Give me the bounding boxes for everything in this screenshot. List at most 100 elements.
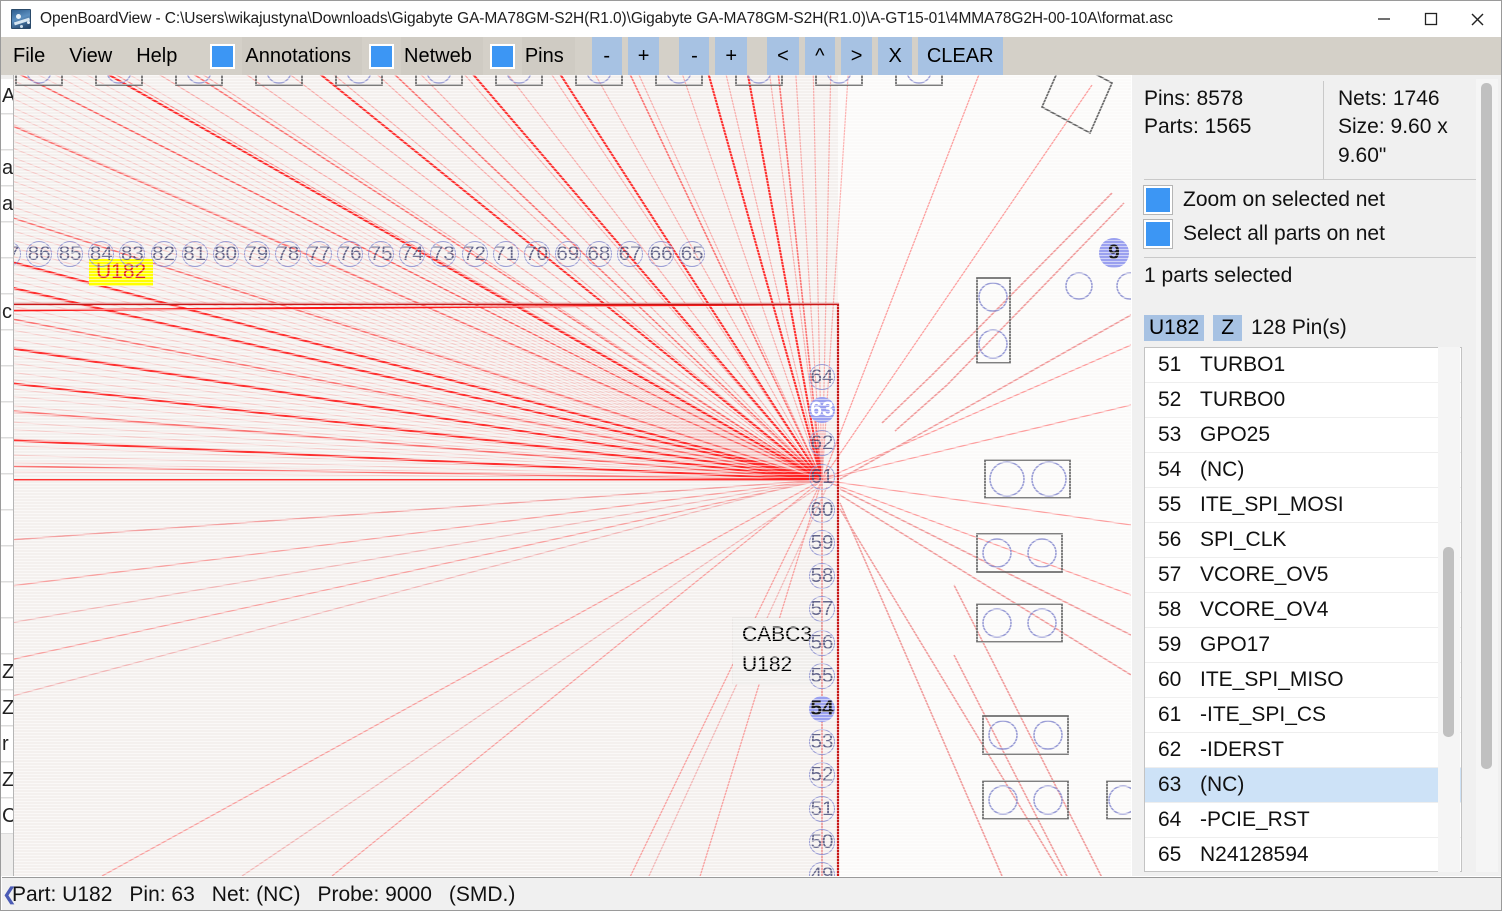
board-top-pin-83[interactable]: 83 [121,242,144,266]
pin-list-row[interactable]: 57 VCORE_OV5 [1145,558,1461,593]
board-top-pin-84[interactable]: 84 [90,242,113,266]
left-list-row[interactable]: a [1,187,13,222]
close-icon[interactable] [1454,1,1501,37]
pin-list-row[interactable]: 65 N24128594 [1145,838,1461,871]
next-button[interactable]: > [840,37,873,75]
up-button[interactable]: ^ [804,37,835,75]
left-list-row[interactable] [1,583,13,618]
info-panel-scrollbar-thumb[interactable] [1481,83,1492,769]
board-right-pin-49[interactable]: 49 [811,863,834,876]
increase-button[interactable]: + [715,37,748,75]
board-top-pin-80[interactable]: 80 [214,242,237,266]
pin-list-row[interactable]: 64 -PCIE_RST [1145,803,1461,838]
board-top-pin-75[interactable]: 75 [370,242,393,266]
board-top-pin-76[interactable]: 76 [339,242,362,266]
menu-view[interactable]: View [57,37,124,75]
pin-list-row[interactable]: 58 VCORE_OV4 [1145,593,1461,628]
select-all-parts-checkbox-icon[interactable] [1143,219,1173,250]
left-list-row[interactable]: c [1,295,13,330]
zoom-out-button[interactable]: - [591,37,622,75]
left-list-row[interactable] [1,331,13,366]
left-clipped-list[interactable]: AaacZZrZC [1,75,14,876]
pins-checkbox-icon[interactable] [489,43,515,69]
board-top-pin-74[interactable]: 74 [401,242,424,266]
board-right-pin-62[interactable]: 62 [811,431,834,455]
board-top-pin-82[interactable]: 82 [152,242,175,266]
board-right-pin-53[interactable]: 53 [811,730,834,754]
board-top-pin-79[interactable]: 79 [245,242,268,266]
left-list-row[interactable] [1,511,13,546]
minimize-icon[interactable] [1360,1,1407,37]
board-top-pin-77[interactable]: 77 [308,242,331,266]
option-zoom-on-selected-net[interactable]: Zoom on selected net [1143,185,1489,216]
board-right-pin-60[interactable]: 60 [811,498,834,522]
pin-list-row[interactable]: 55 ITE_SPI_MOSI [1145,488,1461,523]
board-top-pin-67[interactable]: 67 [619,242,642,266]
pin-list-row[interactable]: 60 ITE_SPI_MISO [1145,663,1461,698]
maximize-icon[interactable] [1407,1,1454,37]
left-list-row[interactable] [1,403,13,438]
pin-list-row[interactable]: 59 GPO17 [1145,628,1461,663]
left-list-row[interactable]: Z [1,691,13,726]
close-x-button[interactable]: X [878,37,912,75]
toggle-pins[interactable]: Pins [482,37,575,75]
part-name-button[interactable]: U182 [1144,315,1205,342]
board-top-pin-68[interactable]: 68 [587,242,610,266]
zoom-in-button[interactable]: + [627,37,660,75]
left-list-row[interactable] [1,547,13,582]
menu-help[interactable]: Help [124,37,189,75]
menu-file[interactable]: File [1,37,57,75]
pin-list-row[interactable]: 54 (NC) [1145,453,1461,488]
zoom-to-part-button[interactable]: Z [1213,315,1243,342]
pin-list-row[interactable]: 61 -ITE_SPI_CS [1145,698,1461,733]
left-list-row[interactable] [1,439,13,474]
left-list-row[interactable] [1,259,13,294]
board-right-pin-57[interactable]: 57 [811,597,834,621]
left-list-row[interactable] [1,223,13,258]
board-top-pin-71[interactable]: 71 [494,242,517,266]
board-top-pin-73[interactable]: 73 [432,242,455,266]
board-right-pin-54[interactable]: 54 [810,697,833,721]
board-right-pin-59[interactable]: 59 [811,531,834,555]
left-list-row[interactable]: Z [1,763,13,798]
pin-list-row[interactable]: 63 (NC) [1145,768,1461,803]
board-right-pin-63[interactable]: 63 [810,398,833,422]
pin-list-row[interactable]: 56 SPI_CLK [1145,523,1461,558]
board-top-pin-72[interactable]: 72 [463,242,486,266]
board-top-pin-81[interactable]: 81 [183,242,206,266]
board-top-pin-69[interactable]: 69 [556,242,579,266]
board-top-pin-65[interactable]: 65 [681,242,704,266]
toggle-annotations[interactable]: Annotations [203,37,363,75]
left-list-row[interactable]: r [1,727,13,762]
left-list-row[interactable]: a [1,151,13,186]
board-top-pin-70[interactable]: 70 [525,242,548,266]
left-list-row[interactable]: C [1,799,13,834]
toggle-netweb[interactable]: Netweb [362,37,483,75]
pin-list-row[interactable]: 53 GPO25 [1145,418,1461,453]
left-list-row[interactable] [1,367,13,402]
board-top-pin-86[interactable]: 86 [28,242,51,266]
board-right-pin-52[interactable]: 52 [811,763,834,787]
info-panel-scrollbar-track[interactable] [1476,79,1498,872]
board-right-pin-51[interactable]: 51 [811,797,834,821]
left-list-row[interactable] [1,475,13,510]
pin-list-scrollbar-thumb[interactable] [1443,547,1454,737]
pin-list-scrollbar-track[interactable] [1438,347,1460,872]
pin-list-row[interactable]: 52 TURBO0 [1145,383,1461,418]
zoom-on-net-checkbox-icon[interactable] [1143,185,1173,216]
board-right-pin-64[interactable]: 64 [811,365,834,389]
pin-list[interactable]: 51 TURBO1 52 TURBO0 53 GPO25 54 (NC) 55 ITE_SPI_M… [1144,347,1462,872]
left-list-row[interactable] [1,619,13,654]
board-right-pin-56[interactable]: 56 [811,631,834,655]
option-select-all-parts-on-net[interactable]: Select all parts on net [1143,219,1489,250]
board-top-pin-85[interactable]: 85 [59,242,82,266]
annotations-checkbox-icon[interactable] [210,43,236,69]
board-view[interactable]: 9 U182 CABC3 U182 8786858483828180797877… [2,75,1131,876]
left-list-row[interactable]: A [1,79,13,114]
left-list-row[interactable]: Z [1,655,13,690]
netweb-checkbox-icon[interactable] [369,43,395,69]
board-right-pin-61[interactable]: 61 [811,465,834,489]
board-right-pin-55[interactable]: 55 [811,664,834,688]
pin-list-row[interactable]: 62 -IDERST [1145,733,1461,768]
board-top-pin-66[interactable]: 66 [650,242,673,266]
